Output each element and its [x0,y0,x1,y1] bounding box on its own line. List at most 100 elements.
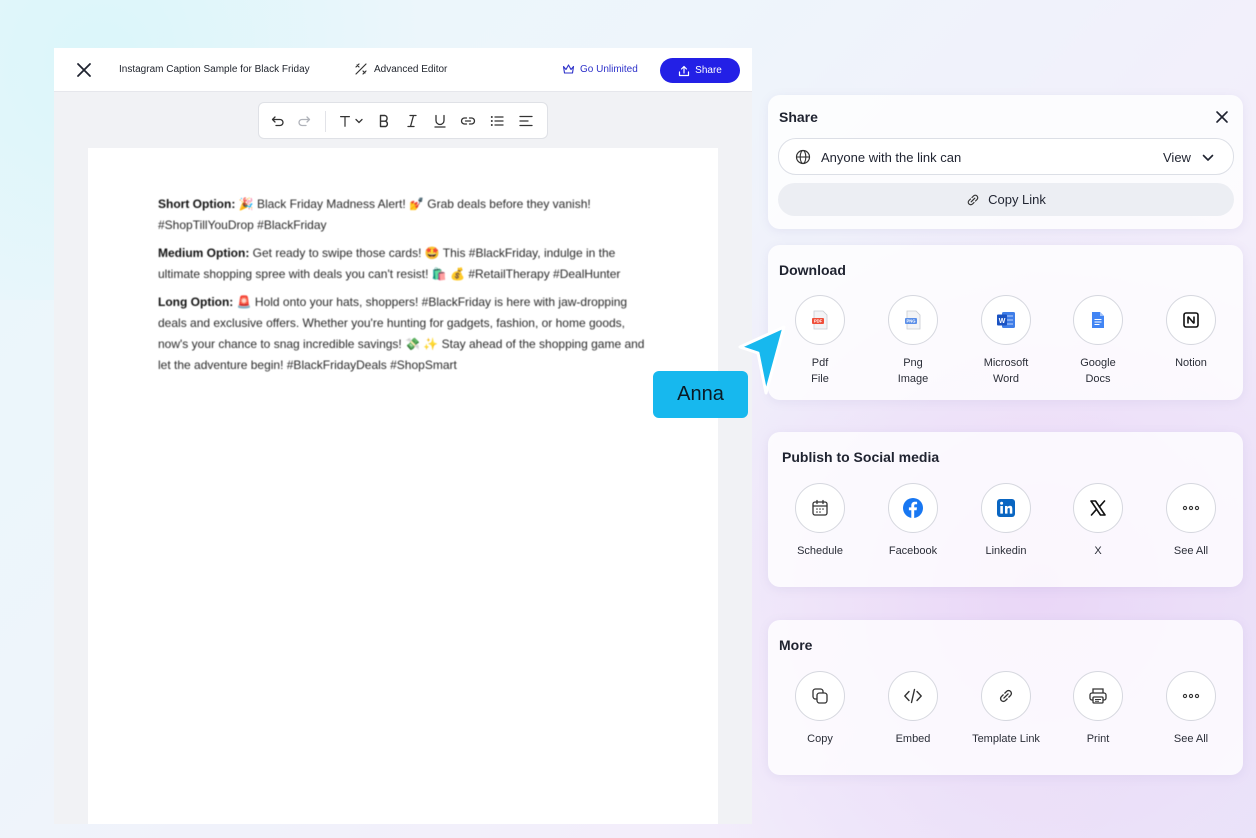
svg-text:PDF: PDF [814,319,823,324]
advanced-editor-label: Advanced Editor [374,63,448,75]
linkedin-icon [997,499,1015,517]
svg-text:W: W [999,318,1006,325]
upload-icon [679,65,690,76]
redo-icon [298,116,311,127]
option-label: Google Docs [1080,357,1116,385]
option-circle: PDF [795,295,845,345]
option-label: Linkedin [985,545,1027,557]
facebook-option[interactable]: Facebook [868,483,958,559]
bold-icon [379,114,389,128]
editor-window: Instagram Caption Sample for Black Frida… [54,48,752,824]
x-icon [1090,500,1106,516]
template-link-option[interactable]: Template Link [961,671,1051,747]
share-button[interactable]: Share [660,58,740,83]
download-notion-option[interactable]: Notion [1146,295,1236,371]
option-label: Medium Option: [158,246,250,260]
option-label: See All [1173,733,1209,745]
link-access-dropdown[interactable]: Anyone with the link can View [778,138,1234,175]
calendar-icon [812,499,828,516]
option-label: Template Link [972,733,1040,745]
download-word-option[interactable]: W Microsoft Word [961,295,1051,387]
more-icon [1182,505,1200,511]
option-circle [1166,671,1216,721]
editor-topbar: Instagram Caption Sample for Black Frida… [54,48,752,92]
option-circle [981,671,1031,721]
chevron-down-icon [1202,154,1214,161]
option-label: Pdf File [811,357,829,385]
facebook-icon [903,498,923,518]
google-docs-icon [1092,312,1104,328]
bold-button[interactable] [375,112,393,130]
advanced-editor-button[interactable]: Advanced Editor [354,62,447,76]
code-icon [904,688,922,704]
see-all-social-option[interactable]: See All [1146,483,1236,559]
option-circle [1073,483,1123,533]
option-label: Png Image [897,357,929,385]
option-circle [1166,483,1216,533]
collaborator-name-tag: Anna [653,371,748,418]
more-panel: More Copy Embed Template Link Print See … [768,620,1243,775]
option-circle [981,483,1031,533]
copy-option[interactable]: Copy [775,671,865,747]
chevron-down-icon [355,118,363,124]
copy-icon [812,688,828,704]
tools-icon [355,63,367,75]
short-option-paragraph: Short Option: 🎉 Black Friday Madness Ale… [158,194,658,236]
linkedin-option[interactable]: Linkedin [961,483,1051,559]
bullet-list-button[interactable] [488,112,506,130]
go-unlimited-button[interactable]: Go Unlimited [562,63,638,75]
close-icon[interactable] [1214,109,1230,125]
option-label: Embed [895,733,931,745]
download-panel-title: Download [779,262,846,278]
link-button[interactable] [459,112,477,130]
globe-icon [795,149,811,165]
option-label: Copy [807,733,833,745]
align-button[interactable] [517,112,535,130]
option-label: See All [1173,545,1209,557]
italic-button[interactable] [403,112,421,130]
option-label: Facebook [888,545,938,557]
option-circle [795,671,845,721]
option-label: Schedule [797,545,843,557]
option-label: Print [1086,733,1110,745]
underline-button[interactable] [431,112,449,130]
option-label: Long Option: [158,295,234,309]
copy-link-label: Copy Link [988,192,1046,207]
option-circle [795,483,845,533]
link-access-text: Anyone with the link can [821,150,962,165]
x-option[interactable]: X [1053,483,1143,559]
underline-icon [434,114,446,128]
close-icon[interactable] [74,60,94,80]
option-label: X [1094,545,1102,557]
long-option-paragraph: Long Option: 🚨 Hold onto your hats, shop… [158,292,658,376]
bullet-list-icon [490,116,504,126]
undo-button[interactable] [269,112,287,130]
download-pdf-option[interactable]: PDF Pdf File [775,295,865,387]
download-panel: Download PDF Pdf File PNG Png Image W Mi… [768,245,1243,400]
option-circle [1166,295,1216,345]
crown-icon [562,64,575,74]
option-circle: W [981,295,1031,345]
pdf-file-icon: PDF [812,310,828,330]
go-unlimited-label: Go Unlimited [580,63,638,75]
embed-option[interactable]: Embed [868,671,958,747]
see-all-more-option[interactable]: See All [1146,671,1236,747]
redo-button[interactable] [295,112,313,130]
option-circle [888,483,938,533]
download-google-docs-option[interactable]: Google Docs [1053,295,1143,387]
permission-value: View [1163,150,1191,165]
italic-icon [407,114,417,128]
copy-link-button[interactable]: Copy Link [778,183,1234,216]
download-png-option[interactable]: PNG Png Image [868,295,958,387]
share-panel: Share Anyone with the link can View Copy… [768,95,1243,229]
schedule-option[interactable]: Schedule [775,483,865,559]
option-circle [1073,295,1123,345]
option-circle [1073,671,1123,721]
more-panel-title: More [779,637,813,653]
undo-icon [271,116,284,127]
text-style-dropdown[interactable] [335,112,367,130]
print-option[interactable]: Print [1053,671,1143,747]
notion-icon [1183,312,1199,328]
document-page[interactable]: Short Option: 🎉 Black Friday Madness Ale… [88,148,718,824]
link-icon [967,194,979,205]
